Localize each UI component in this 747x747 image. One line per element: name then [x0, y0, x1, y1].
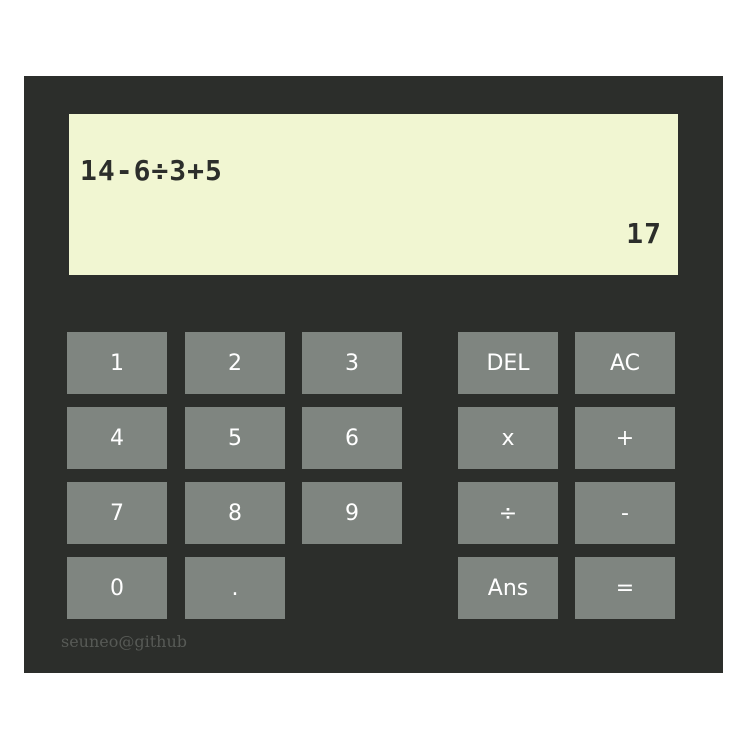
result-readout: 17 [626, 217, 662, 250]
key-9[interactable]: 9 [302, 482, 402, 544]
key-3[interactable]: 3 [302, 332, 402, 394]
key-7[interactable]: 7 [67, 482, 167, 544]
key-0[interactable]: 0 [67, 557, 167, 619]
key-6[interactable]: 6 [302, 407, 402, 469]
divide-key[interactable]: ÷ [458, 482, 558, 544]
author-credit: seuneo@github [61, 632, 188, 651]
key-2[interactable]: 2 [185, 332, 285, 394]
answer-key[interactable]: Ans [458, 557, 558, 619]
multiply-key[interactable]: x [458, 407, 558, 469]
decimal-point-key[interactable]: . [185, 557, 285, 619]
calculator-display: 14-6÷3+5 17 [69, 114, 678, 275]
delete-key[interactable]: DEL [458, 332, 558, 394]
key-1[interactable]: 1 [67, 332, 167, 394]
key-4[interactable]: 4 [67, 407, 167, 469]
all-clear-key[interactable]: AC [575, 332, 675, 394]
expression-readout: 14-6÷3+5 [80, 154, 223, 187]
add-key[interactable]: + [575, 407, 675, 469]
equals-key[interactable]: = [575, 557, 675, 619]
subtract-key[interactable]: - [575, 482, 675, 544]
key-5[interactable]: 5 [185, 407, 285, 469]
calculator-body: 14-6÷3+5 17 1 2 3 4 5 6 7 8 9 0 . DEL AC… [24, 76, 723, 673]
key-8[interactable]: 8 [185, 482, 285, 544]
